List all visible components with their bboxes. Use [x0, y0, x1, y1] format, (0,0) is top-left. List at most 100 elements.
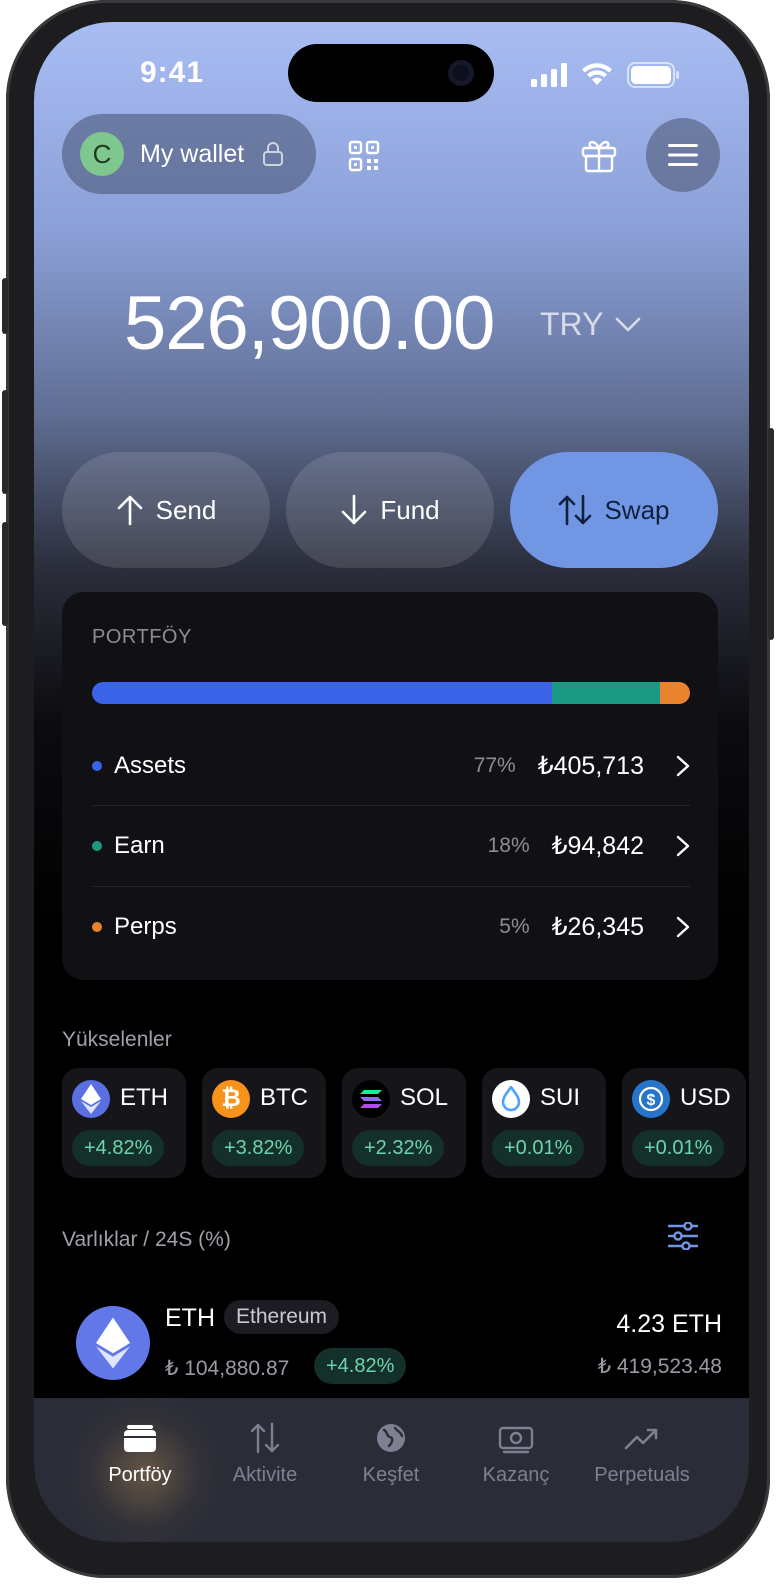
- fund-label: Fund: [380, 494, 440, 525]
- portfolio-row-percent: 5%: [499, 915, 530, 938]
- gainer-card-eth[interactable]: ETH +4.82%: [62, 1068, 186, 1178]
- swap-icon: [559, 494, 592, 526]
- allocation-segment-earn: [552, 682, 661, 704]
- portfolio-row-perps[interactable]: Perps 5% ₺26,345: [92, 887, 690, 967]
- sol-icon: [352, 1080, 390, 1118]
- portfolio-row-amount: ₺94,842: [551, 832, 644, 860]
- tab-bar: Portföy Aktivite Keşfet Kazanç Perpetual…: [34, 1388, 749, 1542]
- asset-row-eth[interactable]: ETH Ethereum ₺ 104,880.87 +4.82% 4.23 ET…: [62, 1294, 722, 1402]
- gainer-card-btc[interactable]: ₿ BTC +3.82%: [202, 1068, 326, 1178]
- earn-dot: [92, 841, 102, 851]
- wallet-icon: [124, 1425, 156, 1452]
- wallet-selector[interactable]: C My wallet: [62, 114, 316, 194]
- tab-kazanc[interactable]: Kazanç: [446, 1422, 586, 1512]
- chevron-right-icon: [676, 916, 690, 938]
- btc-icon: ₿: [212, 1080, 250, 1118]
- eth-icon: [76, 1306, 150, 1380]
- portfolio-row-assets[interactable]: Assets 77% ₺405,713: [92, 726, 690, 806]
- gainer-symbol: USD: [680, 1084, 731, 1111]
- chevron-right-icon: [676, 835, 690, 857]
- trend-icon: [624, 1428, 658, 1450]
- portfolio-card: PORTFÖY Assets 77% ₺405,713 Earn 18% ₺94…: [62, 592, 718, 980]
- power-button: [768, 428, 774, 640]
- gainer-change: +3.82%: [212, 1130, 305, 1166]
- gainer-change: +0.01%: [632, 1130, 725, 1166]
- wallet-name: My wallet: [140, 139, 245, 168]
- asset-name-chip: Ethereum: [224, 1300, 340, 1334]
- tab-label: Kazanç: [482, 1464, 550, 1486]
- currency-selector[interactable]: TRY: [540, 306, 641, 343]
- allocation-bar: [92, 682, 690, 704]
- cash-icon: [498, 1426, 534, 1454]
- portfolio-row-earn[interactable]: Earn 18% ₺94,842: [92, 806, 690, 886]
- filter-icon[interactable]: [668, 1222, 698, 1250]
- arrow-up-icon: [117, 495, 142, 526]
- tab-aktivite[interactable]: Aktivite: [195, 1422, 335, 1512]
- tab-label: Keşfet: [362, 1464, 420, 1486]
- asset-symbol: ETH: [165, 1304, 215, 1332]
- portfolio-row-percent: 77%: [473, 754, 516, 777]
- volume-down-button: [2, 522, 8, 626]
- hamburger-icon: [668, 144, 698, 166]
- asset-price: ₺ 104,880.87: [165, 1357, 290, 1380]
- lock-icon: [263, 142, 284, 166]
- allocation-segment-perps: [660, 682, 690, 704]
- signal-icon: [531, 63, 567, 87]
- gainer-change: +0.01%: [492, 1130, 585, 1166]
- fund-button[interactable]: Fund: [286, 452, 494, 568]
- gainers-title: Yükselenler: [62, 1028, 172, 1051]
- gainer-symbol: BTC: [260, 1084, 308, 1111]
- screen: 9:41 C My wallet 526,900.00 TRY Send Fun…: [34, 22, 749, 1542]
- silent-switch: [2, 278, 8, 334]
- tab-label: Portföy: [108, 1464, 172, 1486]
- menu-button[interactable]: [646, 118, 720, 192]
- portfolio-row-amount: ₺26,345: [551, 913, 644, 941]
- allocation-segment-assets: [92, 682, 553, 704]
- currency-code: TRY: [540, 306, 604, 342]
- portfolio-row-name: Earn: [114, 832, 165, 859]
- portfolio-row-amount: ₺405,713: [537, 752, 644, 780]
- perps-dot: [92, 922, 102, 932]
- assets-title: Varlıklar / 24S (%): [62, 1228, 231, 1251]
- swap-button[interactable]: Swap: [510, 452, 718, 568]
- tab-perpetuals[interactable]: Perpetuals: [572, 1422, 712, 1512]
- gainer-card-sol[interactable]: SOL +2.32%: [342, 1068, 466, 1178]
- eth-icon: [72, 1080, 110, 1118]
- gainers-list[interactable]: ETH +4.82% ₿ BTC +3.82% SOL +2.32% SUI +…: [62, 1068, 749, 1182]
- volume-up-button: [2, 390, 8, 494]
- qr-code-icon[interactable]: [348, 140, 380, 172]
- avatar: C: [80, 132, 124, 176]
- chevron-right-icon: [676, 755, 690, 777]
- gainer-symbol: ETH: [120, 1084, 168, 1111]
- portfolio-row-percent: 18%: [487, 834, 530, 857]
- chevron-down-icon: [616, 317, 641, 331]
- gainer-symbol: SUI: [540, 1084, 581, 1111]
- portfolio-row-name: Assets: [114, 752, 187, 779]
- sui-icon: [492, 1080, 530, 1118]
- tab-label: Aktivite: [232, 1464, 298, 1486]
- activity-icon: [250, 1422, 280, 1454]
- send-button[interactable]: Send: [62, 452, 270, 568]
- asset-quantity: 4.23 ETH: [616, 1310, 722, 1338]
- battery-icon: [627, 62, 679, 88]
- wifi-icon: [582, 63, 612, 85]
- svg-text:$: $: [647, 1092, 656, 1109]
- gift-icon[interactable]: [580, 136, 618, 174]
- asset-change: +4.82%: [314, 1348, 407, 1384]
- gainer-symbol: SOL: [400, 1084, 449, 1111]
- tab-label: Perpetuals: [594, 1464, 690, 1486]
- tab-portfoy[interactable]: Portföy: [70, 1422, 210, 1512]
- tab-kesfet[interactable]: Keşfet: [321, 1422, 461, 1512]
- status-icons: [531, 62, 681, 88]
- portfolio-row-name: Perps: [114, 913, 177, 940]
- dynamic-island: [288, 44, 494, 102]
- swap-label: Swap: [604, 494, 670, 525]
- gainer-card-sui[interactable]: SUI +0.01%: [482, 1068, 606, 1178]
- gainer-card-usd[interactable]: $ USD +0.01%: [622, 1068, 746, 1178]
- total-balance: 526,900.00: [124, 281, 495, 366]
- phone-frame: 9:41 C My wallet 526,900.00 TRY Send Fun…: [2, 0, 774, 1578]
- camera: [448, 60, 474, 86]
- asset-value: ₺ 419,523.48: [597, 1355, 722, 1378]
- portfolio-title: PORTFÖY: [92, 626, 192, 648]
- gainer-change: +2.32%: [352, 1130, 445, 1166]
